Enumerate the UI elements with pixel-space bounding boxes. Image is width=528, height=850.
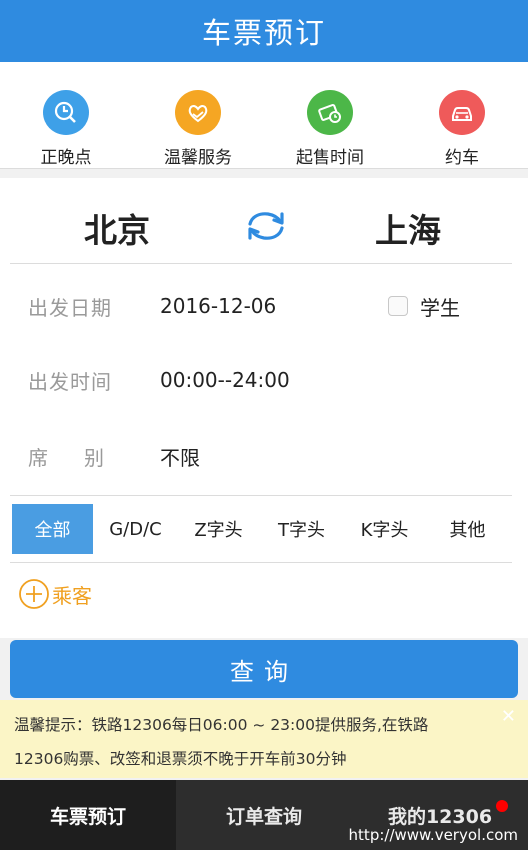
station-selector: 北京 上海 bbox=[10, 178, 512, 264]
time-label: 出发时间 bbox=[28, 369, 112, 394]
add-circle-icon bbox=[19, 579, 49, 609]
tab-other[interactable]: 其他 bbox=[427, 504, 508, 554]
arrival-station[interactable]: 上海 bbox=[375, 204, 441, 252]
clock-search-icon bbox=[43, 90, 89, 135]
seat-label: 席别 bbox=[28, 445, 104, 470]
seat-row[interactable]: 席别 不限 bbox=[0, 436, 528, 476]
date-value[interactable]: 2016-12-06 bbox=[160, 294, 276, 318]
query-button[interactable]: 查询 bbox=[10, 640, 518, 698]
swap-stations-icon[interactable] bbox=[244, 208, 288, 244]
add-passenger-button[interactable]: 乘客 bbox=[18, 578, 92, 610]
quick-action-delay[interactable]: 正晚点 bbox=[0, 62, 132, 168]
quick-action-label: 约车 bbox=[445, 148, 479, 168]
notice-line-1: 温馨提示：铁路12306每日06:00 ~ 23:00提供服务,在铁路 bbox=[14, 716, 429, 734]
passenger-label: 乘客 bbox=[52, 583, 92, 608]
student-checkbox[interactable] bbox=[388, 296, 408, 316]
time-row[interactable]: 出发时间 00:00--24:00 bbox=[0, 360, 528, 400]
nav-order-query[interactable]: 订单查询 bbox=[176, 780, 352, 850]
notification-badge bbox=[496, 800, 508, 812]
heart-hand-icon bbox=[175, 90, 221, 135]
date-row[interactable]: 出发日期 2016-12-06 学生 bbox=[0, 286, 528, 326]
quick-action-car[interactable]: 约车 bbox=[396, 62, 528, 168]
quick-actions-bar: 正晚点 温馨服务 起售时间 约车 bbox=[0, 62, 528, 169]
date-label: 出发日期 bbox=[28, 295, 112, 320]
train-type-tabs: 全部 G/D/C Z字头 T字头 K字头 其他 bbox=[10, 495, 512, 563]
tab-z[interactable]: Z字头 bbox=[178, 504, 259, 554]
tab-gdc[interactable]: G/D/C bbox=[95, 504, 176, 554]
quick-action-label: 温馨服务 bbox=[164, 148, 232, 168]
notice-line-2: 12306购票、改签和退票须不晚于开车前30分钟 bbox=[14, 750, 347, 768]
tab-k[interactable]: K字头 bbox=[344, 504, 425, 554]
ticket-search-form: 北京 上海 出发日期 2016-12-06 学生 出发时间 00:00--24:… bbox=[0, 178, 528, 638]
quick-action-service[interactable]: 温馨服务 bbox=[132, 62, 264, 168]
app-header: 车票预订 bbox=[0, 0, 528, 62]
quick-action-label: 起售时间 bbox=[296, 148, 364, 168]
close-icon[interactable]: ✕ bbox=[501, 700, 516, 734]
watermark: http://www.veryol.com bbox=[348, 826, 518, 844]
departure-station[interactable]: 北京 bbox=[84, 204, 150, 252]
notice-banner: 温馨提示：铁路12306每日06:00 ~ 23:00提供服务,在铁路 1230… bbox=[0, 700, 528, 778]
tab-all[interactable]: 全部 bbox=[12, 504, 93, 554]
time-value[interactable]: 00:00--24:00 bbox=[160, 368, 290, 392]
tab-t[interactable]: T字头 bbox=[261, 504, 342, 554]
seat-value[interactable]: 不限 bbox=[160, 442, 200, 471]
nav-ticket-booking[interactable]: 车票预订 bbox=[0, 780, 176, 850]
ticket-clock-icon bbox=[307, 90, 353, 135]
quick-action-sale-time[interactable]: 起售时间 bbox=[264, 62, 396, 168]
student-label: 学生 bbox=[420, 295, 460, 320]
car-icon bbox=[439, 90, 485, 135]
page-title: 车票预订 bbox=[201, 16, 326, 50]
quick-action-label: 正晚点 bbox=[40, 148, 92, 168]
student-option[interactable]: 学生 bbox=[388, 292, 460, 321]
